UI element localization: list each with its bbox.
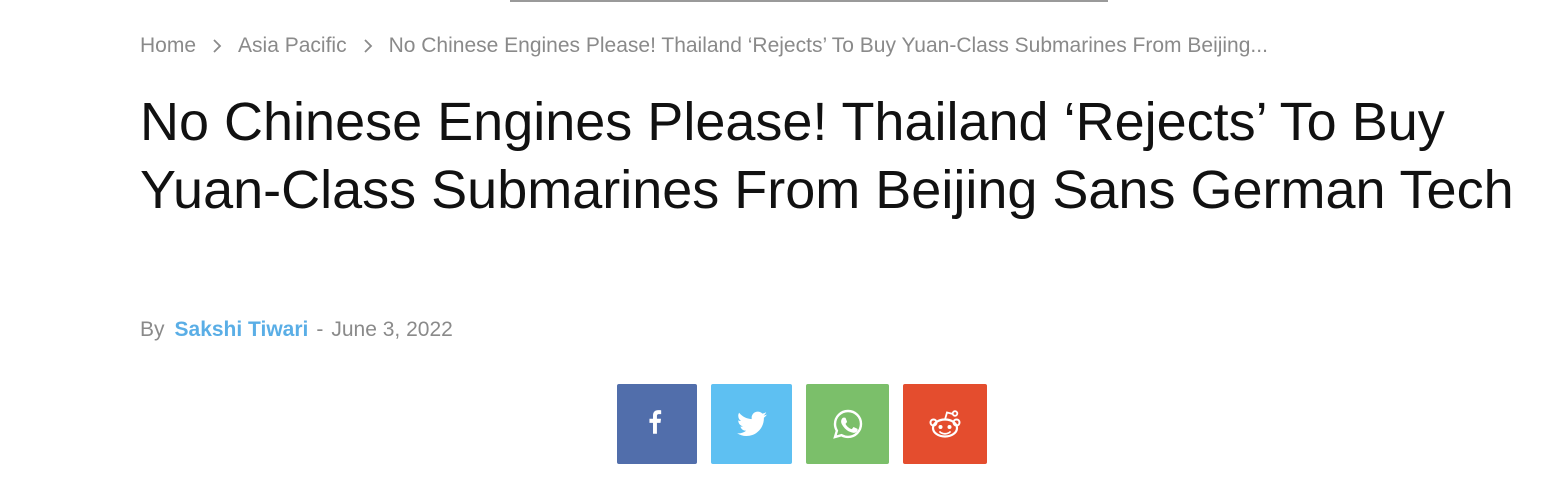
twitter-icon xyxy=(736,411,767,437)
whatsapp-icon xyxy=(832,408,864,440)
top-divider xyxy=(510,0,1108,2)
reddit-icon xyxy=(927,408,963,440)
facebook-icon xyxy=(649,410,665,438)
author-link[interactable]: Sakshi Tiwari xyxy=(175,318,309,342)
publish-date: June 3, 2022 xyxy=(331,318,453,341)
share-whatsapp-button[interactable] xyxy=(806,384,889,464)
breadcrumb-current: No Chinese Engines Please! Thailand ‘Rej… xyxy=(388,34,1268,57)
breadcrumb-category-link[interactable]: Asia Pacific xyxy=(238,34,347,58)
article-byline: By Sakshi Tiwari - June 3, 2022 xyxy=(140,318,453,342)
share-reddit-button[interactable] xyxy=(903,384,987,464)
breadcrumb: Home Asia Pacific No Chinese Engines Ple… xyxy=(140,34,1540,58)
byline-by-label: By xyxy=(140,318,165,341)
chevron-right-icon xyxy=(196,34,238,58)
chevron-right-icon xyxy=(347,34,389,58)
share-bar xyxy=(617,384,987,464)
share-facebook-button[interactable] xyxy=(617,384,697,464)
byline-separator: - xyxy=(316,318,324,341)
share-twitter-button[interactable] xyxy=(711,384,792,464)
article-title: No Chinese Engines Please! Thailand ‘Rej… xyxy=(140,92,1514,220)
breadcrumb-home-link[interactable]: Home xyxy=(140,34,196,58)
